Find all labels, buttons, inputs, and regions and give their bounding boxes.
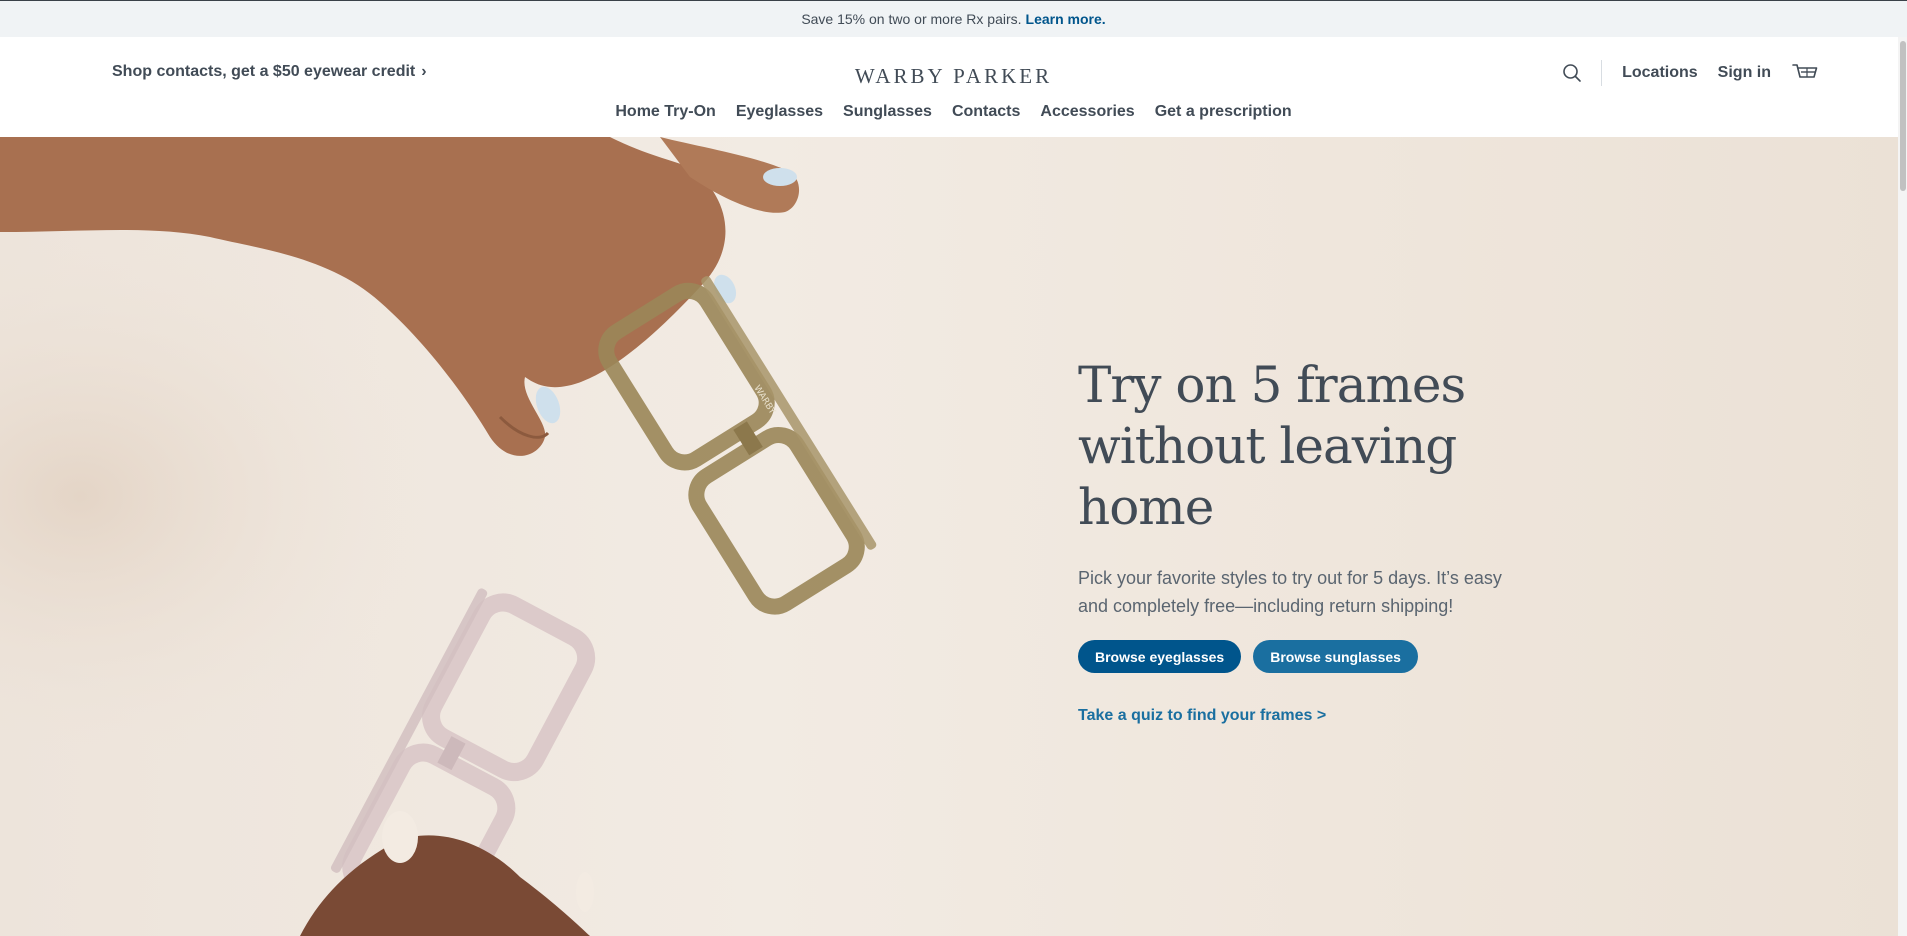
nav-get-a-prescription[interactable]: Get a prescription	[1155, 103, 1292, 121]
hero-image: WARBY	[0, 137, 1000, 936]
nav-home-try-on[interactable]: Home Try-On	[615, 103, 715, 121]
browse-eyeglasses-button[interactable]: Browse eyeglasses	[1078, 640, 1242, 673]
quiz-link[interactable]: Take a quiz to find your frames >	[1078, 707, 1518, 725]
learn-more-link[interactable]: Learn more.	[1026, 11, 1106, 27]
hero-subtitle: Pick your favorite styles to try out for…	[1078, 568, 1502, 616]
hero-title-line-3: home	[1078, 478, 1214, 536]
utility-nav: Locations Sign in	[1561, 59, 1819, 87]
search-icon[interactable]	[1561, 62, 1583, 84]
nav-accessories[interactable]: Accessories	[1040, 103, 1134, 121]
hero-cta-row: Browse eyeglasses Browse sunglasses	[1078, 640, 1518, 673]
hero-title-line-1: Try on 5 frames	[1078, 356, 1466, 414]
hero-banner: WARBY Try on 5 frames without leaving ho…	[0, 137, 1907, 936]
hero-title: Try on 5 frames without leaving home	[1078, 355, 1518, 538]
main-nav: Home Try-On Eyeglasses Sunglasses Contac…	[0, 103, 1907, 121]
sign-in-link[interactable]: Sign in	[1718, 64, 1771, 82]
hero-copy: Try on 5 frames without leaving home Pic…	[1078, 355, 1518, 725]
locations-link[interactable]: Locations	[1622, 64, 1698, 82]
site-header: Shop contacts, get a $50 eyewear credit ›…	[0, 37, 1907, 137]
nav-sunglasses[interactable]: Sunglasses	[843, 103, 932, 121]
page-scrollbar[interactable]	[1898, 37, 1907, 936]
nav-eyeglasses[interactable]: Eyeglasses	[736, 103, 823, 121]
hero-title-line-2: without leaving	[1078, 417, 1457, 475]
cart-icon[interactable]	[1791, 61, 1819, 85]
nav-contacts[interactable]: Contacts	[952, 103, 1020, 121]
promo-text: Save 15% on two or more Rx pairs.	[801, 11, 1022, 27]
utility-divider	[1601, 60, 1603, 86]
browse-sunglasses-button[interactable]: Browse sunglasses	[1253, 640, 1418, 673]
scrollbar-thumb[interactable]	[1900, 41, 1906, 191]
promo-bar: Save 15% on two or more Rx pairs. Learn …	[0, 0, 1907, 37]
